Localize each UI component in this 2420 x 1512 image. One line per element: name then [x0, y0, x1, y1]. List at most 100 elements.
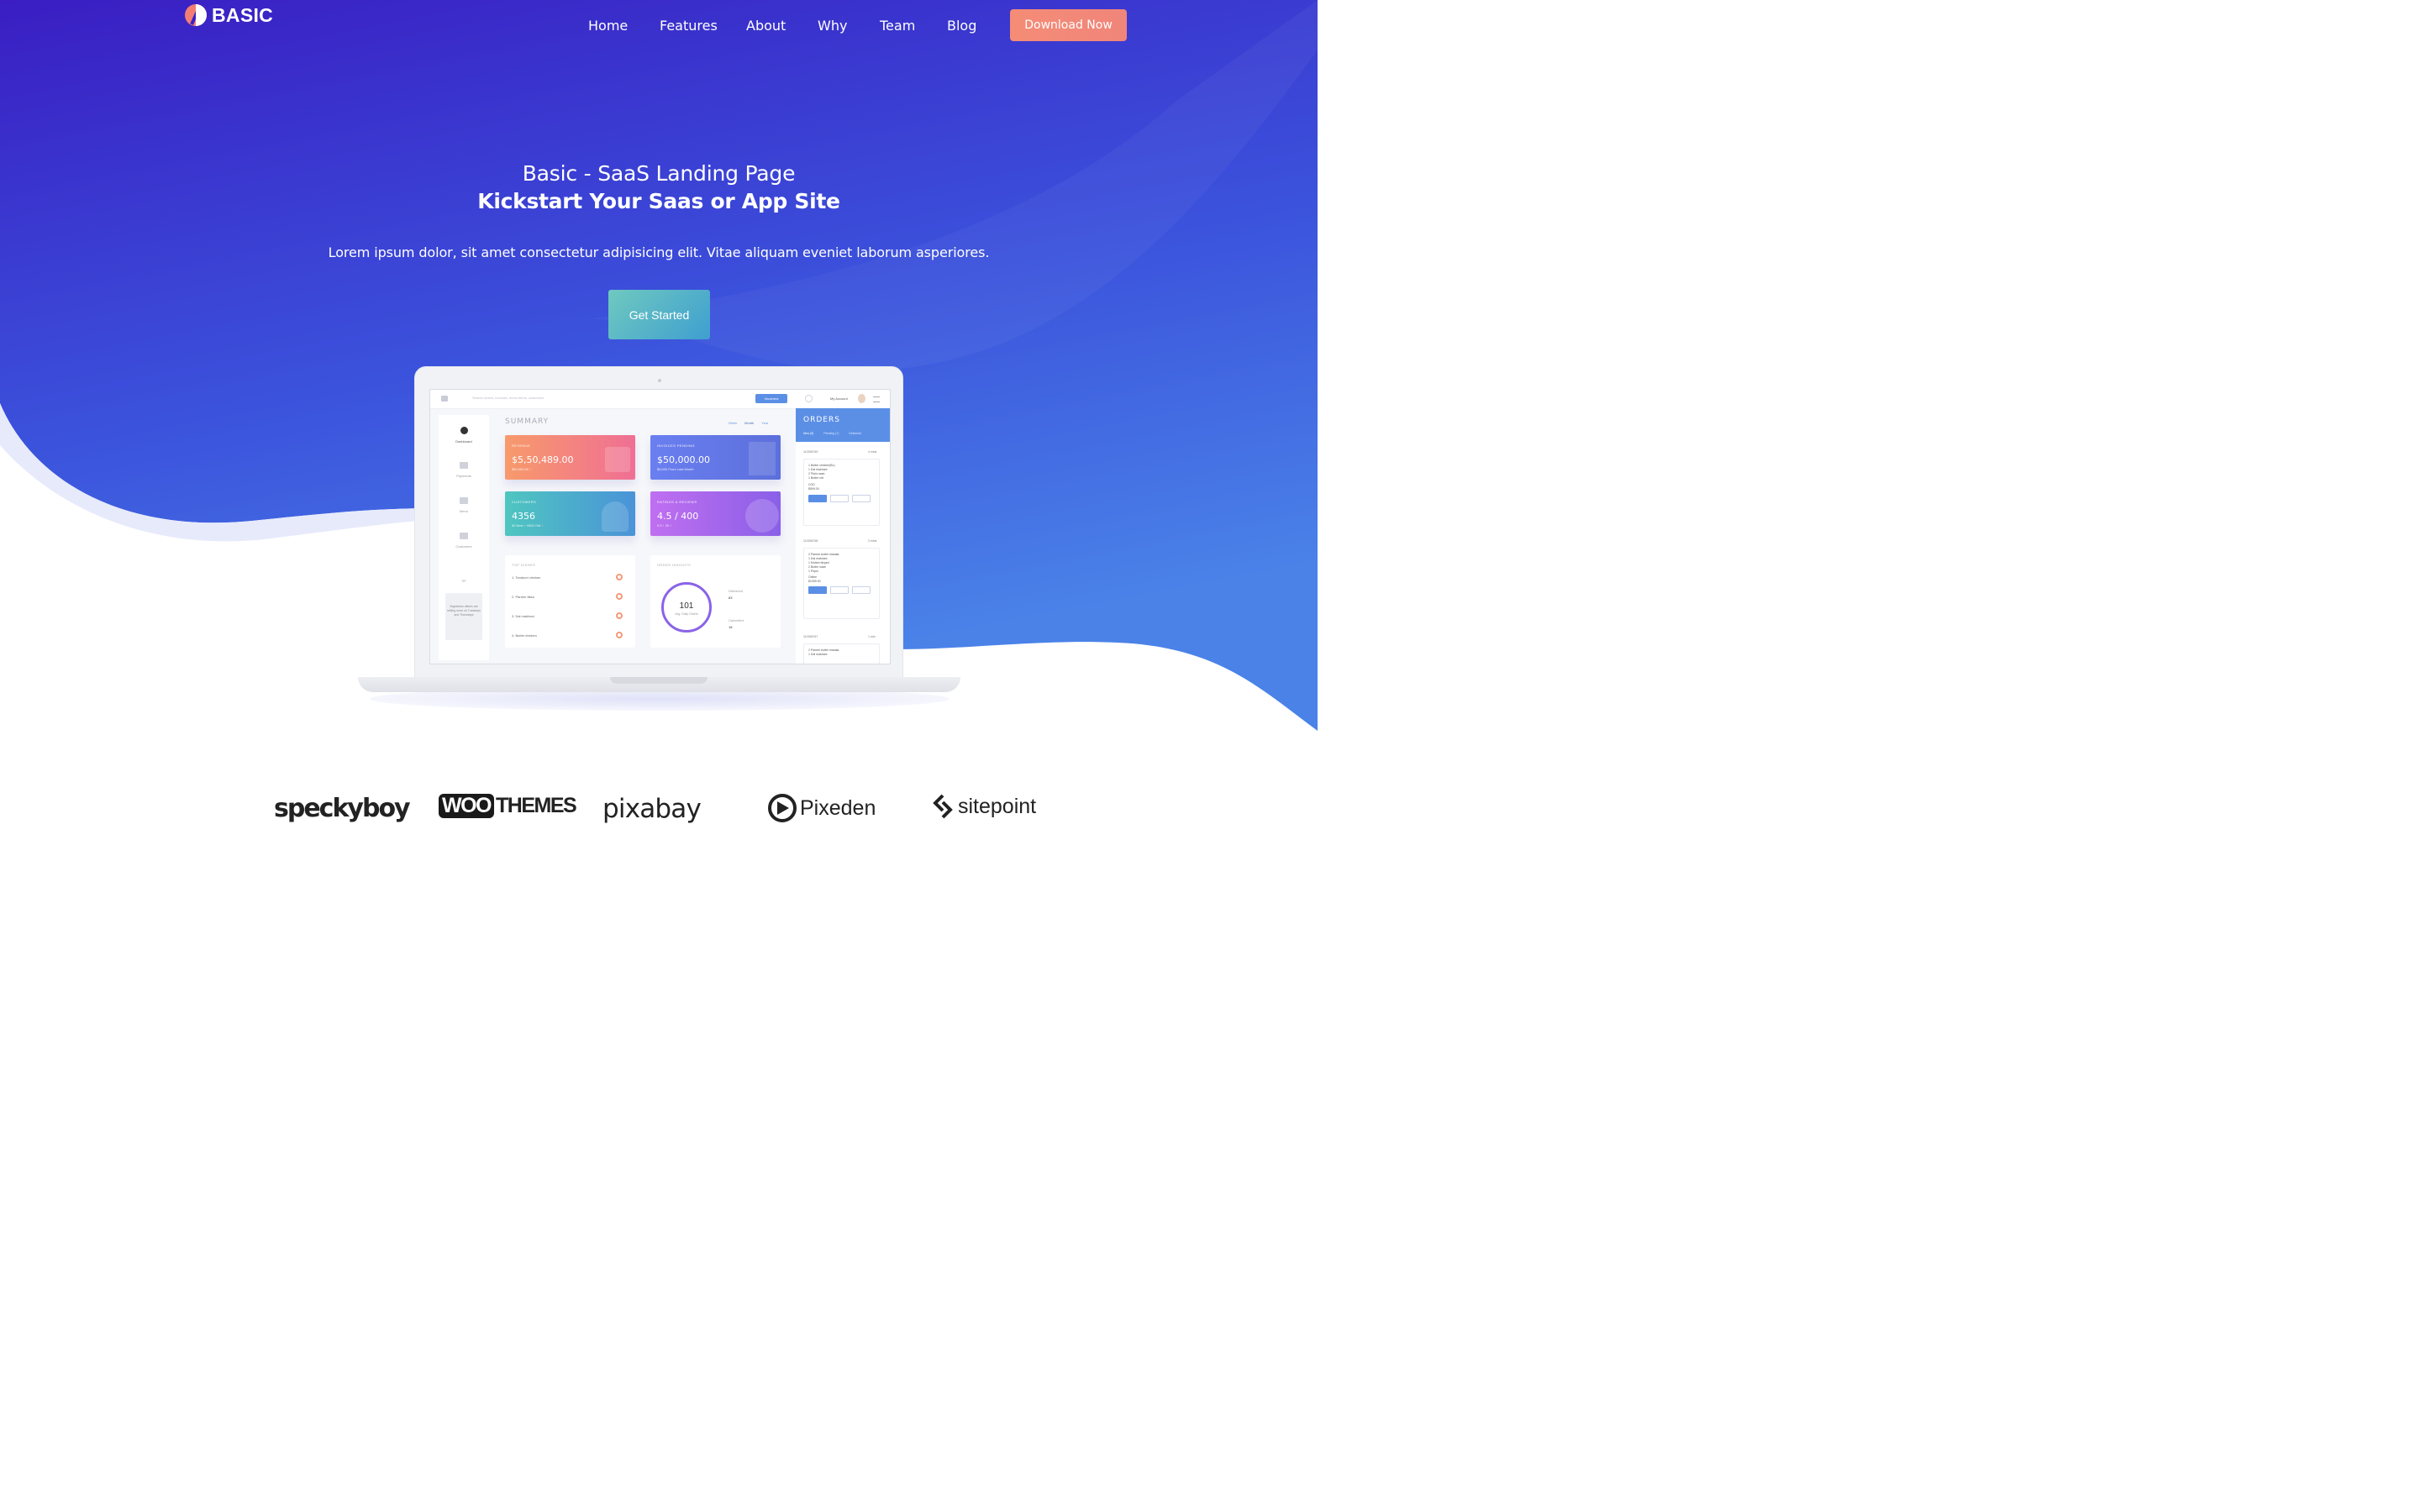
order-card: 2 Paneer butter masala 1 Dal makhani 1 M…	[803, 548, 880, 619]
top-dishes-panel: TOP DISHES 1. Tandoori chicken 2. Paneer…	[505, 555, 635, 648]
tip-box: Vegetarian dishes are selling more on Tu…	[445, 593, 482, 640]
nav-link-about[interactable]: About	[746, 18, 786, 34]
order-id: 110296768	[803, 539, 818, 543]
delivered-label: Delivered	[729, 589, 743, 593]
card-label: CUSTOMERS	[512, 500, 537, 504]
order-insights-panel: ORDER INSIGHTS 101 Avg. Daily Orders Del…	[650, 555, 781, 648]
sidebar-item-payments: Payments	[439, 462, 489, 478]
laptop-notch	[610, 677, 708, 684]
payments-icon	[460, 462, 468, 469]
orders-total-label: Avg. Daily Orders	[675, 612, 698, 616]
avatar	[858, 394, 865, 403]
invoice-icon	[749, 442, 776, 475]
laptop-mockup: Search orders, invoices, menu items, cus…	[414, 366, 903, 680]
sitepoint-icon	[933, 794, 953, 819]
customers-card: CUSTOMERS 4356 50 New ↑ 4300 Old ↑	[505, 491, 635, 536]
hero-title: Kickstart Your Saas or App Site	[477, 189, 840, 213]
menu-book-icon	[460, 497, 468, 504]
order-time: 1 min	[868, 635, 876, 638]
nav-link-home[interactable]: Home	[588, 18, 628, 34]
laptop-camera	[658, 379, 661, 382]
menu-icon	[441, 396, 448, 402]
dashboard-search: Search orders, invoices, menu items, cus…	[472, 396, 544, 400]
orders-header: ORDERS New (5) Pending (7) Delivered	[796, 408, 890, 442]
order-time: 4 mins	[868, 450, 877, 454]
dashboard-icon	[460, 427, 468, 434]
card-value: $50,000.00	[657, 454, 710, 465]
nav-link-features[interactable]: Features	[660, 18, 718, 34]
brand-logo[interactable]: BASIC	[184, 3, 273, 27]
card-sub: $5,000 From Last Month	[657, 467, 694, 471]
vouchers-button: Vouchers	[755, 394, 787, 403]
delivered-count: 83	[729, 596, 733, 600]
orders-tabs: New (5) Pending (7) Delivered	[803, 432, 862, 435]
card-sub: 50 New ↑ 4300 Old ↑	[512, 523, 544, 528]
star-icon	[745, 499, 779, 533]
cancelled-count: 18	[729, 625, 733, 629]
dish-progress-ring	[616, 632, 623, 638]
dashboard-topbar: Search orders, invoices, menu items, cus…	[430, 390, 890, 409]
get-started-button[interactable]: Get Started	[608, 290, 710, 339]
brand-name: BASIC	[212, 3, 274, 26]
order-id: 110296767	[803, 635, 818, 638]
card-value: $5,50,489.00	[512, 454, 574, 465]
dish-progress-ring	[616, 612, 623, 619]
card-label: REVENUE	[512, 444, 531, 448]
sidebar-item-menu: Menu	[439, 497, 489, 513]
order-card: 2 Paneer butter masala 1 Dal makhani	[803, 643, 880, 664]
nav-link-blog[interactable]: Blog	[947, 18, 976, 34]
partner-logo-sitepoint: sitepoint	[933, 794, 1036, 819]
sidebar-item-customers: Customers	[439, 533, 489, 549]
order-time: 3 mins	[868, 539, 877, 543]
invoices-card: INVOICES PENDING $50,000.00 $5,000 From …	[650, 435, 781, 480]
period-year: Year	[761, 421, 769, 425]
period-month: Month	[744, 421, 755, 425]
ratings-card: RATINGS & REVIEWS 4.5 / 400 0.9 ↑ 20 ↑	[650, 491, 781, 536]
tip-label: TIP	[461, 580, 466, 583]
dish-item: 1. Tandoori chicken	[512, 575, 541, 580]
woo-themes-text: THEMES	[496, 794, 577, 817]
hamburger-icon	[873, 396, 880, 402]
navbar: BASIC Home Features About Why Team Blog …	[0, 0, 1318, 50]
order-id: 110296769	[803, 450, 818, 454]
dish-item: 3. Dal makhani	[512, 614, 534, 618]
dish-item: 2. Paneer tikka	[512, 595, 534, 599]
dish-progress-ring	[616, 593, 623, 600]
partner-logo-speckyboy: speckyboy	[274, 794, 411, 823]
cancelled-label: Cancelled	[729, 618, 744, 622]
hero-subtitle: Basic - SaaS Landing Page	[522, 161, 796, 186]
dashboard-sidebar: Dashboard Payments Menu Customers TIP Ve…	[439, 415, 489, 660]
summary-heading: SUMMARY	[505, 417, 550, 426]
pixeden-icon	[768, 794, 797, 822]
period-tabs: Week Month Year	[729, 421, 776, 425]
panel-title: TOP DISHES	[512, 563, 536, 567]
nav-link-team[interactable]: Team	[880, 18, 915, 34]
sidebar-item-dashboard: Dashboard	[439, 427, 489, 444]
orders-panel: ORDERS New (5) Pending (7) Delivered 11029…	[796, 408, 890, 664]
order-card: 1 Butter chicken(BL) 1 Dal makhani 2 Pla…	[803, 459, 880, 526]
dashboard-screenshot: Search orders, invoices, menu items, cus…	[429, 389, 891, 664]
card-sub: $50,000.00 ↑	[512, 467, 532, 471]
panel-title: ORDER INSIGHTS	[657, 563, 692, 567]
partner-logo-woothemes: WOO THEMES	[439, 794, 577, 818]
nav-link-why[interactable]: Why	[818, 18, 847, 34]
card-value: 4.5 / 400	[657, 511, 699, 522]
wallet-icon	[605, 447, 630, 472]
download-now-button[interactable]: Download Now	[1010, 9, 1127, 41]
card-label: RATINGS & REVIEWS	[657, 500, 697, 504]
card-label: INVOICES PENDING	[657, 444, 695, 448]
dish-item: 4. Butter chicken	[512, 633, 537, 638]
hero-description: Lorem ipsum dolor, sit amet consectetur …	[328, 244, 990, 260]
woo-badge: WOO	[439, 794, 494, 818]
account-label: My Account	[830, 396, 848, 401]
orders-title: ORDERS	[803, 416, 840, 424]
card-value: 4356	[512, 511, 535, 522]
customers-icon	[460, 533, 468, 539]
dish-progress-ring	[616, 574, 623, 580]
partner-logo-pixabay: pixabay	[602, 794, 702, 824]
people-icon	[602, 501, 629, 532]
logo-icon	[185, 4, 207, 26]
card-sub: 0.9 ↑ 20 ↑	[657, 523, 672, 528]
revenue-card: REVENUE $5,50,489.00 $50,000.00 ↑	[505, 435, 635, 480]
orders-total: 101	[679, 601, 694, 611]
